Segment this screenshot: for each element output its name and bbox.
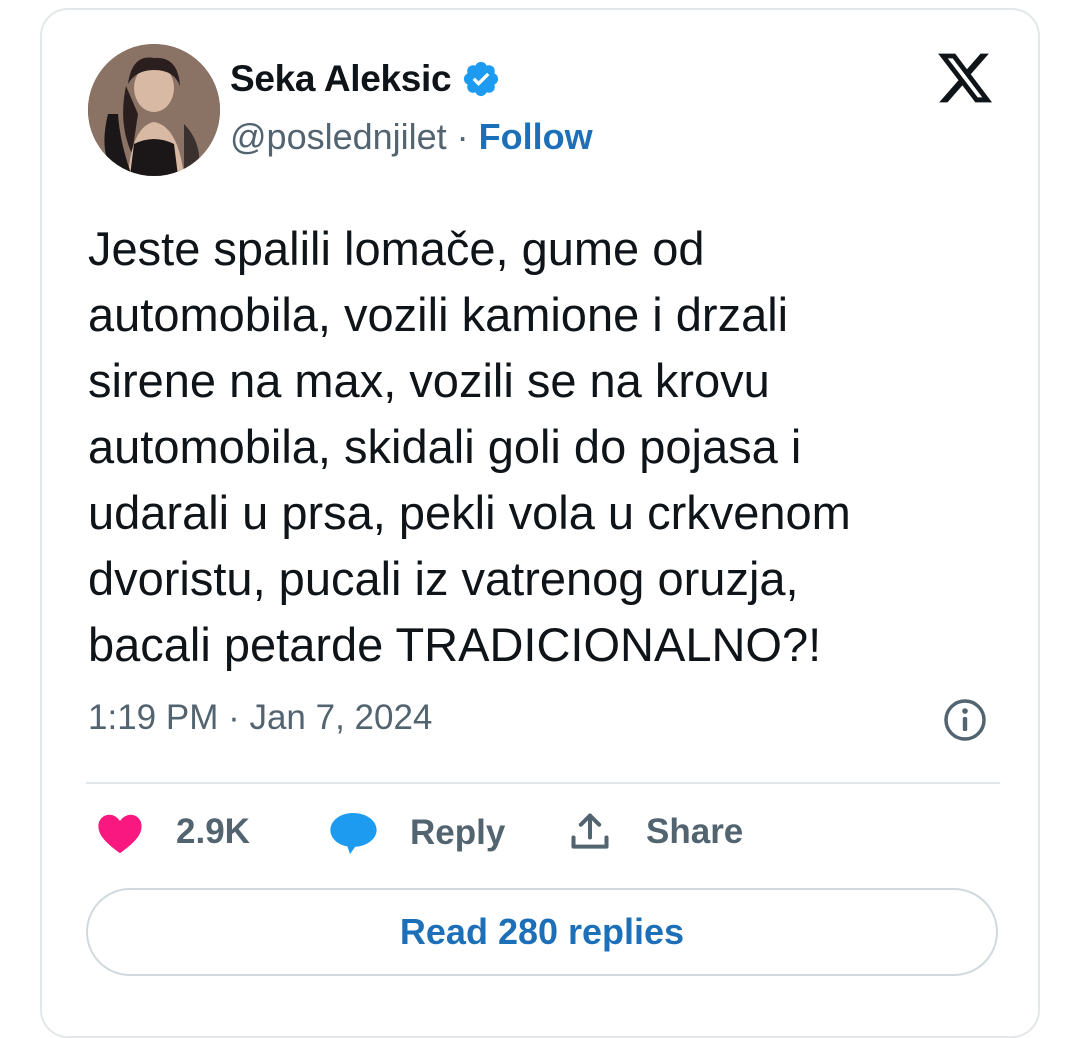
separator: ·: [456, 116, 469, 157]
info-icon[interactable]: [941, 696, 989, 744]
share-label: Share: [646, 812, 744, 851]
heart-icon: [98, 814, 142, 854]
like-count: 2.9K: [176, 812, 250, 851]
share-button[interactable]: Share: [568, 810, 743, 854]
avatar-image: [88, 44, 220, 176]
read-replies-button[interactable]: Read 280 replies: [86, 888, 998, 976]
tweet-text: Jeste spalili lomače, gume od automobila…: [88, 222, 851, 671]
x-logo-icon[interactable]: [935, 48, 995, 108]
follow-button[interactable]: Follow: [479, 116, 593, 158]
speech-bubble-icon: [330, 813, 377, 854]
avatar[interactable]: [88, 44, 220, 176]
tweet-card: Seka Aleksic @poslednjilet · Follow Jest…: [40, 8, 1040, 1038]
verified-badge-icon: [464, 61, 499, 97]
reply-label: Reply: [410, 813, 506, 852]
author-name[interactable]: Seka Aleksic: [230, 58, 452, 100]
share-icon: [571, 813, 609, 849]
divider: [86, 782, 1000, 784]
tweet-timestamp[interactable]: 1:19 PM · Jan 7, 2024: [88, 698, 432, 738]
author-handle[interactable]: @poslednjilet: [230, 116, 447, 158]
like-button[interactable]: 2.9K: [96, 810, 250, 854]
reply-button[interactable]: Reply: [328, 810, 505, 856]
